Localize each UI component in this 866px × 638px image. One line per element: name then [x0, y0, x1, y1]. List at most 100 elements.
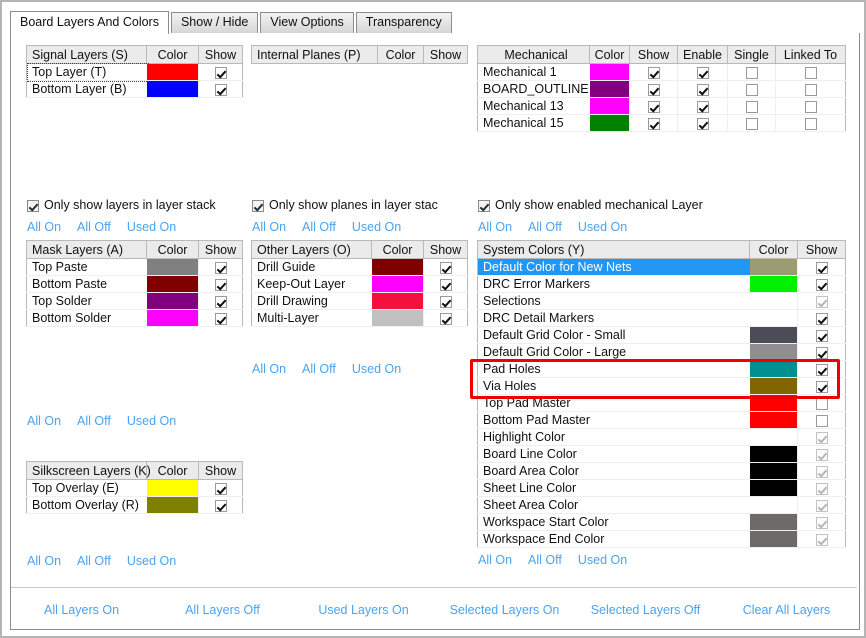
checkbox-icon[interactable] — [745, 100, 758, 113]
color-swatch-cell[interactable] — [371, 258, 424, 276]
show-cell[interactable] — [797, 360, 846, 378]
color-swatch[interactable] — [371, 276, 423, 292]
table-row[interactable]: Via Holes — [477, 377, 846, 395]
show-cell[interactable] — [198, 292, 243, 310]
color-swatch-cell[interactable] — [749, 428, 798, 446]
mask-layers-all-on-link[interactable]: All On — [27, 220, 61, 234]
color-swatch-cell[interactable] — [749, 462, 798, 480]
color-swatch[interactable] — [146, 310, 198, 326]
color-swatch[interactable] — [371, 293, 423, 309]
system-colors-all-on-link-top[interactable]: All On — [478, 220, 512, 234]
show-cell[interactable] — [629, 97, 678, 115]
show-cell[interactable] — [423, 275, 468, 293]
color-swatch-cell[interactable] — [749, 343, 798, 361]
system-color-name-cell[interactable]: Board Area Color — [477, 462, 750, 480]
color-swatch-cell[interactable] — [589, 63, 630, 81]
checkbox-icon[interactable] — [815, 533, 828, 546]
checkbox-icon[interactable] — [815, 312, 828, 325]
checkbox-icon[interactable] — [696, 117, 709, 130]
color-swatch[interactable] — [749, 344, 797, 360]
checkbox-icon[interactable] — [815, 431, 828, 444]
table-row[interactable]: Top Solder — [26, 292, 243, 310]
checkbox-icon[interactable] — [696, 100, 709, 113]
color-swatch[interactable] — [589, 64, 629, 80]
table-row[interactable]: Default Color for New Nets — [477, 258, 846, 276]
checkbox-icon[interactable] — [696, 83, 709, 96]
color-swatch[interactable] — [749, 361, 797, 377]
color-swatch-cell[interactable] — [749, 326, 798, 344]
color-swatch[interactable] — [146, 259, 198, 275]
color-swatch[interactable] — [749, 395, 797, 411]
color-swatch-cell[interactable] — [749, 394, 798, 412]
other-layers-all-off-link-bottom[interactable]: All Off — [302, 362, 336, 376]
checkbox-icon[interactable] — [815, 397, 828, 410]
show-cell[interactable] — [198, 479, 243, 497]
table-row[interactable]: Mechanical 13 — [477, 97, 846, 115]
show-cell[interactable] — [727, 114, 776, 132]
layer-name-cell[interactable]: Top Solder — [26, 292, 147, 310]
show-cell[interactable] — [423, 292, 468, 310]
mask-layers-used-on-link[interactable]: Used On — [127, 220, 176, 234]
color-swatch-cell[interactable] — [589, 80, 630, 98]
color-swatch-cell[interactable] — [146, 80, 199, 98]
table-row[interactable]: Highlight Color — [477, 428, 846, 446]
show-cell[interactable] — [797, 479, 846, 497]
color-swatch-cell[interactable] — [749, 360, 798, 378]
system-color-name-cell[interactable]: Via Holes — [477, 377, 750, 395]
layer-name-cell[interactable]: Keep-Out Layer — [251, 275, 372, 293]
tab-show-hide[interactable]: Show / Hide — [170, 12, 259, 33]
table-row[interactable]: Sheet Line Color — [477, 479, 846, 497]
show-cell[interactable] — [775, 80, 846, 98]
table-row[interactable]: Workspace Start Color — [477, 513, 846, 531]
color-swatch-cell[interactable] — [146, 275, 199, 293]
color-swatch-cell[interactable] — [749, 530, 798, 548]
system-color-name-cell[interactable]: Default Grid Color - Large — [477, 343, 750, 361]
checkbox-icon[interactable] — [439, 261, 452, 274]
layer-name-cell[interactable]: Drill Drawing — [251, 292, 372, 310]
checkbox-icon[interactable] — [815, 448, 828, 461]
checkbox-icon[interactable] — [214, 482, 227, 495]
checkbox-icon[interactable] — [804, 117, 817, 130]
show-cell[interactable] — [775, 63, 846, 81]
color-swatch-cell[interactable] — [749, 496, 798, 514]
checkbox-icon[interactable] — [815, 516, 828, 529]
other-layers-all-on-link[interactable]: All On — [252, 220, 286, 234]
table-row[interactable]: Mechanical 15 — [477, 114, 846, 132]
color-swatch[interactable] — [371, 310, 423, 326]
table-row[interactable]: Default Grid Color - Large — [477, 343, 846, 361]
tab-view-options[interactable]: View Options — [260, 12, 354, 33]
table-row[interactable]: Keep-Out Layer — [251, 275, 468, 293]
checkbox-icon[interactable] — [815, 414, 828, 427]
layer-name-cell[interactable]: Mechanical 15 — [477, 114, 590, 132]
system-color-name-cell[interactable]: Default Grid Color - Small — [477, 326, 750, 344]
only-enabled-mechanical-option[interactable]: Only show enabled mechanical Layer — [478, 198, 703, 212]
color-swatch-cell[interactable] — [749, 411, 798, 429]
table-row[interactable]: Bottom Overlay (R) — [26, 496, 243, 514]
table-row[interactable]: Selections — [477, 292, 846, 310]
show-cell[interactable] — [198, 80, 243, 98]
color-swatch[interactable] — [146, 293, 198, 309]
color-swatch[interactable] — [749, 531, 797, 547]
show-cell[interactable] — [629, 114, 678, 132]
color-swatch[interactable] — [750, 310, 798, 326]
show-cell[interactable] — [797, 377, 846, 395]
show-cell[interactable] — [797, 462, 846, 480]
show-cell[interactable] — [797, 292, 846, 310]
checkbox-icon[interactable] — [804, 83, 817, 96]
checkbox-icon[interactable] — [804, 100, 817, 113]
checkbox-icon[interactable] — [647, 66, 660, 79]
system-colors-used-on-link-top[interactable]: Used On — [578, 220, 627, 234]
show-cell[interactable] — [727, 97, 776, 115]
table-row[interactable]: Top Pad Master — [477, 394, 846, 412]
checkbox-icon[interactable] — [439, 295, 452, 308]
table-row[interactable]: Top Layer (T) — [26, 63, 243, 81]
system-color-name-cell[interactable]: Sheet Line Color — [477, 479, 750, 497]
system-color-name-cell[interactable]: Bottom Pad Master — [477, 411, 750, 429]
checkbox-icon[interactable] — [696, 66, 709, 79]
color-swatch[interactable] — [146, 480, 198, 496]
checkbox-icon[interactable] — [815, 329, 828, 342]
show-cell[interactable] — [797, 496, 846, 514]
color-swatch[interactable] — [589, 115, 629, 131]
show-cell[interactable] — [677, 114, 728, 132]
show-cell[interactable] — [775, 97, 846, 115]
